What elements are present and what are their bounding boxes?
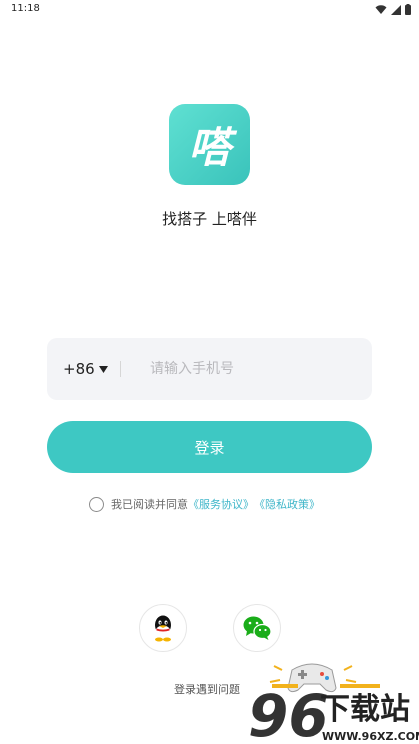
qq-icon — [155, 615, 171, 642]
watermark-brand-text: 下载站 — [320, 692, 410, 727]
agreement-prefix: 我已阅读并同意 — [111, 498, 188, 511]
watermark-logo: 96 下载站 WWW.96XZ.COM — [248, 663, 419, 744]
country-code-selector[interactable]: +86 — [63, 360, 108, 378]
privacy-policy-link[interactable]: 《隐私政策》 — [254, 496, 320, 512]
status-time: 11:18 — [11, 3, 40, 14]
wechat-login-button[interactable] — [233, 604, 281, 652]
login-help-link[interactable]: 登录遇到问题 — [174, 681, 240, 697]
caret-down-icon — [98, 365, 108, 373]
login-button[interactable]: 登录 — [47, 421, 372, 473]
status-icons — [375, 4, 411, 15]
watermark-number: 96 — [248, 682, 329, 744]
status-bar: 11:18 — [0, 0, 419, 18]
app-logo-glyph: 嗒 — [188, 123, 231, 172]
country-code-divider — [120, 361, 121, 377]
wifi-icon — [375, 4, 387, 14]
service-agreement-link[interactable]: 《服务协议》 — [188, 496, 254, 512]
phone-number-input[interactable] — [150, 355, 350, 383]
app-logo: 嗒 — [169, 104, 250, 185]
agreement-row: 我已阅读并同意 《服务协议》 《隐私政策》 — [89, 495, 320, 513]
phone-input-box: +86 — [47, 338, 372, 400]
country-code-label: +86 — [63, 360, 95, 378]
agreement-radio[interactable] — [89, 496, 104, 512]
signal-icon — [391, 4, 401, 15]
qq-login-button[interactable] — [139, 604, 187, 652]
watermark-url: WWW.96XZ.COM — [322, 730, 419, 743]
battery-icon — [405, 4, 411, 15]
wechat-icon — [243, 616, 272, 640]
app-slogan: 找搭子 上嗒伴 — [162, 210, 257, 228]
